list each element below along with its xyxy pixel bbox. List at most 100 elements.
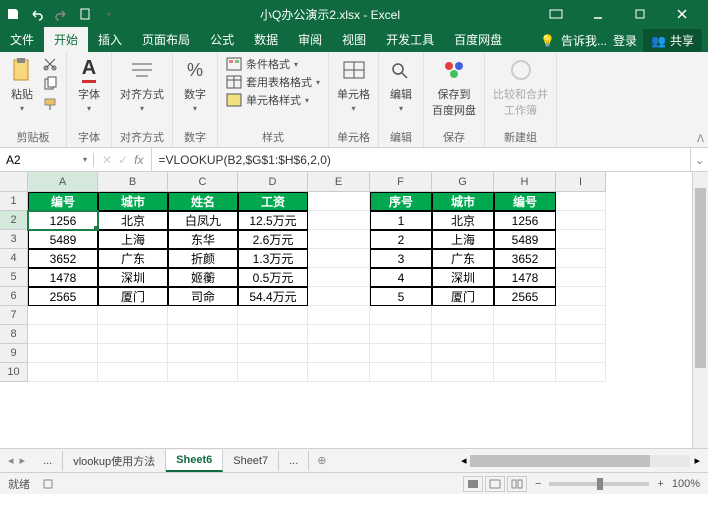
align-button[interactable]: 对齐方式▾ xyxy=(120,56,164,113)
cell[interactable]: 序号 xyxy=(370,192,432,211)
tab-file[interactable]: 文件 xyxy=(0,27,44,52)
cell[interactable]: 厦门 xyxy=(98,287,168,306)
column-header[interactable]: F xyxy=(370,172,432,192)
cell[interactable] xyxy=(494,306,556,325)
cell[interactable] xyxy=(308,268,370,287)
cell[interactable] xyxy=(98,325,168,344)
fx-icon[interactable]: fx xyxy=(134,153,143,167)
cell[interactable] xyxy=(28,325,98,344)
cell[interactable]: 54.4万元 xyxy=(238,287,308,306)
cell[interactable]: 1478 xyxy=(28,268,98,287)
conditional-format-button[interactable]: 条件格式 ▾ xyxy=(226,56,320,72)
cell[interactable]: 城市 xyxy=(432,192,494,211)
cell[interactable] xyxy=(168,344,238,363)
accept-formula-icon[interactable]: ✓ xyxy=(118,153,128,167)
cell[interactable]: 上海 xyxy=(98,230,168,249)
view-pagebreak-icon[interactable] xyxy=(507,476,527,492)
cell[interactable]: 5489 xyxy=(28,230,98,249)
tab-review[interactable]: 审阅 xyxy=(288,27,332,52)
cell[interactable]: 3652 xyxy=(494,249,556,268)
editing-button[interactable]: 编辑▾ xyxy=(387,56,415,113)
cell[interactable]: 3652 xyxy=(28,249,98,268)
cell[interactable] xyxy=(98,306,168,325)
cell[interactable] xyxy=(308,363,370,382)
cell[interactable]: 0.5万元 xyxy=(238,268,308,287)
cell[interactable]: 折颜 xyxy=(168,249,238,268)
compare-button[interactable]: 比较和合并 工作簿 xyxy=(493,56,548,118)
cell[interactable] xyxy=(556,344,606,363)
cell[interactable]: 1256 xyxy=(494,211,556,230)
column-header[interactable]: B xyxy=(98,172,168,192)
row-header[interactable]: 1 xyxy=(0,192,28,211)
cell[interactable] xyxy=(432,344,494,363)
row-header[interactable]: 4 xyxy=(0,249,28,268)
cell[interactable]: 1478 xyxy=(494,268,556,287)
macro-record-icon[interactable] xyxy=(42,478,54,490)
cell[interactable]: 姬蘅 xyxy=(168,268,238,287)
cell[interactable] xyxy=(28,306,98,325)
cell[interactable]: 2.6万元 xyxy=(238,230,308,249)
cell[interactable]: 上海 xyxy=(432,230,494,249)
qat-dropdown-icon[interactable]: ▾ xyxy=(102,7,116,21)
cell[interactable] xyxy=(556,268,606,287)
cell[interactable] xyxy=(308,230,370,249)
row-header[interactable]: 10 xyxy=(0,363,28,382)
column-header[interactable]: D xyxy=(238,172,308,192)
new-icon[interactable] xyxy=(78,7,92,21)
maximize-icon[interactable] xyxy=(622,3,658,25)
view-normal-icon[interactable] xyxy=(463,476,483,492)
ribbon-collapse-icon[interactable]: ᐱ xyxy=(697,134,704,145)
row-header[interactable]: 2 xyxy=(0,211,28,230)
cell[interactable]: 北京 xyxy=(432,211,494,230)
cell[interactable] xyxy=(556,249,606,268)
cell[interactable]: 厦门 xyxy=(432,287,494,306)
login-link[interactable]: 登录 xyxy=(613,32,637,49)
table-format-button[interactable]: 套用表格格式 ▾ xyxy=(226,74,320,90)
tab-baidu[interactable]: 百度网盘 xyxy=(444,27,512,52)
ribbon-options-icon[interactable] xyxy=(538,3,574,25)
sheet-tab[interactable]: Sheet6 xyxy=(166,450,223,472)
cell[interactable] xyxy=(238,363,308,382)
cell[interactable]: 1 xyxy=(370,211,432,230)
column-header[interactable]: G xyxy=(432,172,494,192)
cell[interactable]: 5489 xyxy=(494,230,556,249)
zoom-out-button[interactable]: − xyxy=(535,478,541,490)
cell[interactable]: 工资 xyxy=(238,192,308,211)
tab-formula[interactable]: 公式 xyxy=(200,27,244,52)
cell[interactable] xyxy=(308,287,370,306)
add-sheet-button[interactable]: ⊕ xyxy=(309,454,334,467)
sheet-nav[interactable]: ◂▸ xyxy=(0,454,33,467)
cell[interactable] xyxy=(98,363,168,382)
cell[interactable] xyxy=(370,344,432,363)
sheet-tab[interactable]: vlookup使用方法 xyxy=(63,449,166,473)
cell[interactable] xyxy=(432,325,494,344)
cell-style-button[interactable]: 单元格样式 ▾ xyxy=(226,92,320,108)
cell[interactable]: 编号 xyxy=(494,192,556,211)
cell[interactable]: 2565 xyxy=(28,287,98,306)
row-header[interactable]: 7 xyxy=(0,306,28,325)
cell[interactable] xyxy=(238,306,308,325)
cell[interactable] xyxy=(28,363,98,382)
cell[interactable]: 白凤九 xyxy=(168,211,238,230)
cell[interactable]: 5 xyxy=(370,287,432,306)
cut-icon[interactable] xyxy=(42,56,58,72)
cell[interactable]: 12.5万元 xyxy=(238,211,308,230)
minimize-icon[interactable] xyxy=(580,3,616,25)
row-header[interactable]: 8 xyxy=(0,325,28,344)
cell[interactable] xyxy=(308,211,370,230)
column-header[interactable]: A xyxy=(28,172,98,192)
tab-insert[interactable]: 插入 xyxy=(88,27,132,52)
cell[interactable] xyxy=(556,363,606,382)
cell[interactable]: 深圳 xyxy=(432,268,494,287)
cell[interactable] xyxy=(28,344,98,363)
cell[interactable] xyxy=(370,325,432,344)
row-header[interactable]: 6 xyxy=(0,287,28,306)
cell[interactable] xyxy=(494,363,556,382)
cell[interactable]: 2565 xyxy=(494,287,556,306)
cell[interactable] xyxy=(168,306,238,325)
cell[interactable] xyxy=(556,287,606,306)
sheet-tab[interactable]: Sheet7 xyxy=(223,451,279,471)
format-painter-icon[interactable] xyxy=(42,96,58,112)
cell[interactable]: 姓名 xyxy=(168,192,238,211)
formula-input[interactable]: =VLOOKUP(B2,$G$1:$H$6,2,0) xyxy=(152,153,690,167)
